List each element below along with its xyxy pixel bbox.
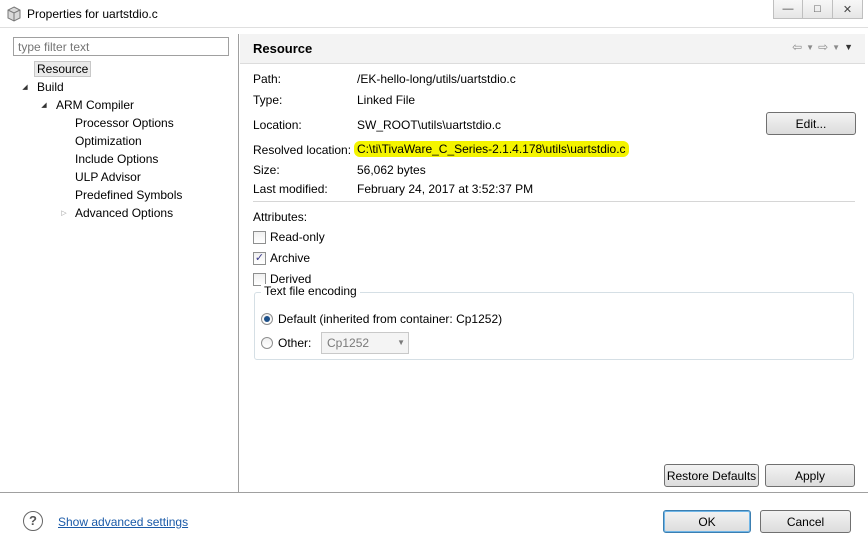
back-arrow-icon[interactable]: ⇦ <box>792 40 802 54</box>
restore-defaults-button[interactable]: Restore Defaults <box>664 464 759 487</box>
cancel-button[interactable]: Cancel <box>760 510 851 533</box>
attributes-label: Attributes: <box>253 210 308 224</box>
tree-item-predefined-symbols[interactable]: Predefined Symbols <box>75 187 182 204</box>
history-nav: ⇦ ▼ ⇨ ▼ ▼ <box>792 40 853 54</box>
text-file-encoding-title: Text file encoding <box>261 284 360 298</box>
chevron-down-icon: ▼ <box>397 338 405 347</box>
encoding-default-label: Default (inherited from container: Cp125… <box>278 312 503 326</box>
close-icon: ✕ <box>842 3 853 16</box>
ok-button[interactable]: OK <box>663 510 751 533</box>
last-modified-value: February 24, 2017 at 3:52:37 PM <box>357 182 534 196</box>
forward-arrow-icon[interactable]: ⇨ <box>818 40 828 54</box>
location-value: SW_ROOT\utils\uartstdio.c <box>357 118 502 132</box>
encoding-other-label: Other: <box>278 336 312 350</box>
help-icon[interactable]: ? <box>23 511 43 531</box>
tree-item-resource[interactable]: Resource <box>34 61 92 78</box>
size-value: 56,062 bytes <box>357 163 426 177</box>
tree-item-label: ULP Advisor <box>75 170 141 184</box>
text-file-encoding-group: Text file encoding Default (inherited fr… <box>254 284 854 360</box>
tree-item-label: Include Options <box>75 152 159 166</box>
tree-item-include-options[interactable]: Include Options <box>75 151 158 168</box>
navigation-pane: Resource ◢ Build ◢ ARM Compiler Processo… <box>8 34 239 492</box>
tree-item-label: Predefined Symbols <box>75 188 183 202</box>
tree-item-label: ARM Compiler <box>56 98 135 112</box>
tree-item-label: Build <box>37 80 64 94</box>
page-header: Resource ⇦ ▼ ⇨ ▼ ▼ <box>240 34 865 64</box>
tree-item-label: Advanced Options <box>75 206 174 220</box>
type-value: Linked File <box>357 93 416 107</box>
archive-checkbox-label: Archive <box>270 251 311 265</box>
expanded-triangle-icon[interactable]: ◢ <box>39 97 49 114</box>
view-menu-icon[interactable]: ▼ <box>844 40 853 54</box>
expanded-triangle-icon[interactable]: ◢ <box>20 79 30 96</box>
path-label: Path: <box>253 72 282 86</box>
archive-checkbox[interactable]: ✓ Archive <box>253 250 310 266</box>
encoding-default-radio[interactable]: Default (inherited from container: Cp125… <box>261 311 502 327</box>
tree-item-label: Resource <box>34 61 92 77</box>
type-label: Type: <box>253 93 283 107</box>
window-controls: — □ ✕ <box>773 0 863 19</box>
encoding-other-select[interactable]: Cp1252 ▼ <box>321 332 409 354</box>
page-title: Resource <box>253 41 313 56</box>
resolved-location-label: Resolved location: <box>253 143 352 157</box>
collapsed-triangle-icon[interactable]: ▷ <box>59 205 69 222</box>
checkmark-icon[interactable]: ✓ <box>253 251 266 265</box>
tree-item-label: Optimization <box>75 134 142 148</box>
tree-item-label: Processor Options <box>75 116 174 130</box>
forward-dropdown-icon[interactable]: ▼ <box>832 40 840 54</box>
tree-item-build[interactable]: Build <box>37 79 64 96</box>
tree-item-processor-options[interactable]: Processor Options <box>75 115 174 132</box>
title-bar: Properties for uartstdio.c — □ ✕ <box>0 0 868 28</box>
encoding-other-value: Cp1252 <box>327 336 370 350</box>
path-value: /EK-hello-long/utils/uartstdio.c <box>357 72 516 86</box>
resolved-location-value: C:\ti\TivaWare_C_Series-2.1.4.178\utils\… <box>354 141 629 157</box>
minimize-icon: — <box>782 3 794 15</box>
last-modified-label: Last modified: <box>253 182 328 196</box>
tree-item-ulp-advisor[interactable]: ULP Advisor <box>75 169 141 186</box>
encoding-other-radio[interactable]: Other: <box>261 335 311 351</box>
radio-selected-icon[interactable] <box>261 313 273 325</box>
maximize-icon: □ <box>814 3 821 15</box>
tree-item-advanced-options[interactable]: Advanced Options <box>75 205 173 222</box>
readonly-checkbox-label: Read-only <box>270 230 325 244</box>
readonly-checkbox[interactable]: Read-only <box>253 229 325 245</box>
minimize-button[interactable]: — <box>773 0 803 19</box>
resource-page: Resource ⇦ ▼ ⇨ ▼ ▼ Path: /EK-hello-long/… <box>240 34 865 492</box>
maximize-button[interactable]: □ <box>803 0 833 19</box>
readonly-checkbox-box[interactable] <box>253 230 266 244</box>
close-button[interactable]: ✕ <box>833 0 863 19</box>
edit-location-button[interactable]: Edit... <box>766 112 856 135</box>
apply-button[interactable]: Apply <box>765 464 855 487</box>
location-label: Location: <box>253 118 302 132</box>
tree-item-arm-compiler[interactable]: ARM Compiler <box>56 97 134 114</box>
dialog-footer: ? Show advanced settings OK Cancel <box>0 492 868 549</box>
back-dropdown-icon[interactable]: ▼ <box>806 40 814 54</box>
window-title: Properties for uartstdio.c <box>27 7 158 21</box>
separator <box>253 201 855 202</box>
size-label: Size: <box>253 163 280 177</box>
show-advanced-settings-link[interactable]: Show advanced settings <box>58 515 188 529</box>
tree-item-optimization[interactable]: Optimization <box>75 133 142 150</box>
properties-app-icon <box>7 6 21 22</box>
radio-unselected-icon[interactable] <box>261 337 273 349</box>
filter-input[interactable] <box>13 37 229 56</box>
